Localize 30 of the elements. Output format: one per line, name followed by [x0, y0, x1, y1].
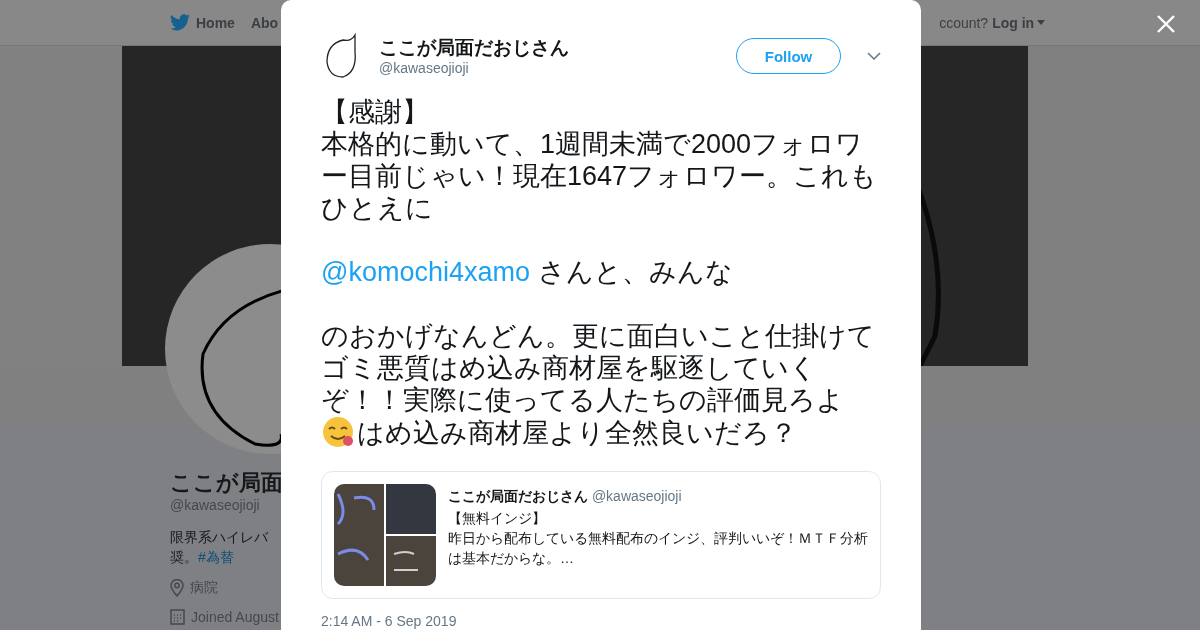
- bird-icon: [170, 14, 190, 31]
- profile-joined: Joined August: [191, 609, 279, 625]
- quoted-author-name: ここが局面だおじさん: [448, 488, 588, 504]
- tweet-timestamp: 2:14 AM - 6 Sep 2019: [321, 613, 458, 629]
- follow-button[interactable]: Follow: [736, 38, 841, 74]
- caret-icon: [1037, 20, 1046, 25]
- profile-bio: 限界系ハイレバ 奨。#為替: [170, 528, 268, 567]
- home-link[interactable]: Home: [170, 14, 235, 31]
- author-name: ここが局面だおじさん: [379, 36, 570, 60]
- quoted-text: 昨日から配布している無料配布のインジ、評判いいぞ！ＭＴＦ分析は基本だからな。…: [448, 529, 868, 568]
- profile-handle: @kawaseojioji: [170, 497, 260, 513]
- quoted-tweet-card[interactable]: ここが局面だおじさん @kawaseojioji 【無料インジ】 昨日から配布している無料配布のインジ、評判いいぞ！ＭＴＦ分析は基本だからな。…: [321, 471, 881, 599]
- profile-name: ここが局面: [170, 469, 283, 497]
- tweet-text: はめ込み商材屋より全然良いだろ？: [357, 418, 797, 448]
- location-icon: [170, 579, 184, 597]
- account-prompt: ccount?: [939, 14, 989, 31]
- tweet-text: 本格的に動いて、1週間未満で2000フォロワー目前じゃい！現在1647フォロワー。これもひとえに: [321, 129, 878, 223]
- quoted-title: 【無料インジ】: [448, 509, 547, 528]
- mention-link[interactable]: @komochi4xamo: [321, 257, 530, 287]
- about-link[interactable]: Abo: [250, 14, 279, 31]
- chevron-down-icon[interactable]: [867, 52, 881, 60]
- login-link[interactable]: Log in: [992, 14, 1046, 31]
- author-handle: @kawaseojioji: [379, 60, 470, 76]
- profile-location: 病院: [190, 579, 218, 597]
- close-icon[interactable]: [1156, 14, 1176, 34]
- calendar-icon: [170, 609, 185, 625]
- tweet-text: のおかげなんどん。更に面白いこと仕掛けてゴミ悪質はめ込み商材屋を駆逐していくぞ！！実際に使ってる人たちの評価見ろよ: [321, 321, 875, 415]
- quoted-author-handle: @kawaseojioji: [591, 488, 682, 504]
- tweet-text: 【感謝】: [321, 97, 429, 127]
- tweet-text: さんと、みんな: [536, 257, 733, 287]
